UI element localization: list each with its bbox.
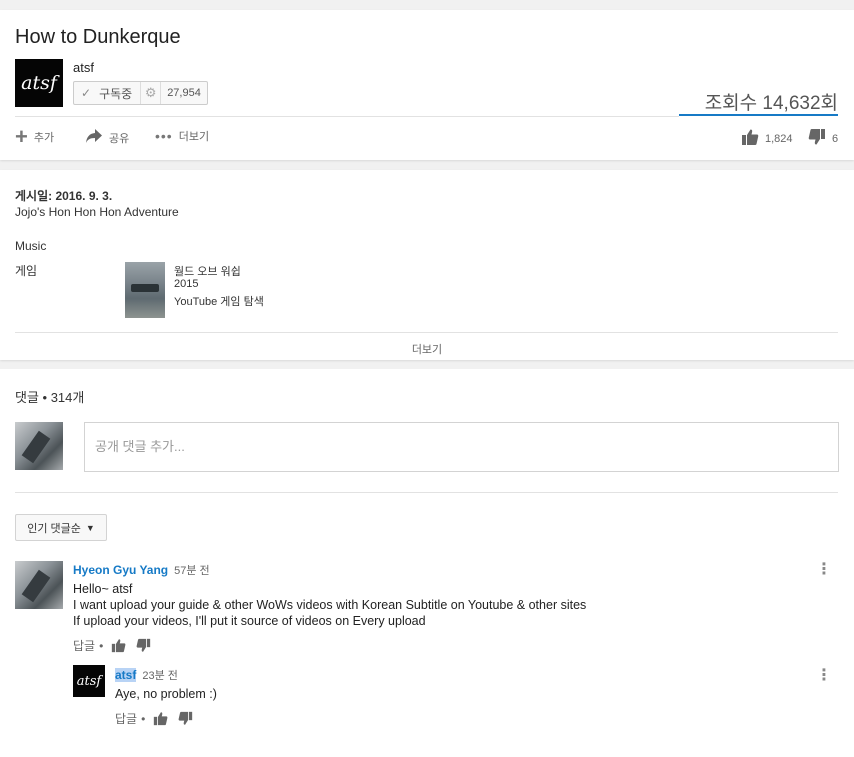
separator-dot: •	[99, 638, 104, 653]
comment-header: Hyeon Gyu Yang 57분 전	[73, 562, 210, 578]
video-info-card: How to Dunkerque atsf atsf ✓ 구독중 ⚙ 27,95…	[0, 10, 854, 160]
reply-author[interactable]: atsf	[115, 668, 137, 682]
comment-time[interactable]: 57분 전	[174, 562, 210, 578]
dislike-button[interactable]: 6	[808, 128, 838, 149]
sort-label: 인기 댓글순	[27, 522, 81, 535]
reply-avatar[interactable]: atsf	[73, 665, 105, 697]
show-more-button[interactable]: 더보기	[0, 341, 854, 357]
more-dots-icon: •••	[155, 128, 173, 144]
channel-avatar[interactable]: atsf	[15, 59, 63, 107]
comment-avatar[interactable]	[15, 561, 63, 609]
subscription-group: ✓ 구독중 ⚙ 27,954	[73, 81, 208, 105]
share-label: 공유	[109, 132, 130, 145]
reply-text: Aye, no problem :)	[115, 687, 217, 701]
like-button[interactable]: 1,824	[741, 128, 793, 149]
video-title: How to Dunkerque	[15, 26, 181, 48]
check-icon: ✓	[81, 86, 92, 100]
reply-actions: 답글 •	[115, 710, 203, 727]
game-label: 게임	[15, 264, 38, 278]
gear-icon[interactable]: ⚙	[141, 82, 162, 104]
separator-dot: •	[141, 711, 146, 726]
description-card: 게시일: 2016. 9. 3. Jojo's Hon Hon Hon Adve…	[0, 170, 854, 360]
add-label: 추가	[33, 132, 55, 144]
comment-text-line: I want upload your guide & other WoWs vi…	[73, 598, 587, 612]
thumbs-up-icon[interactable]	[111, 638, 126, 653]
game-thumbnail[interactable]	[125, 262, 165, 318]
reply-time[interactable]: 23분 전	[142, 667, 178, 683]
thumbs-down-icon[interactable]	[178, 711, 193, 726]
publish-date: 게시일: 2016. 9. 3.	[15, 189, 113, 203]
comment-input[interactable]: 공개 댓글 추가...	[84, 422, 839, 472]
comment-text-line: If upload your videos, I'll put it sourc…	[73, 614, 426, 628]
more-label: 더보기	[178, 131, 210, 143]
reply-button[interactable]: 답글	[73, 637, 95, 654]
category: Music	[15, 239, 47, 253]
game-name[interactable]: 월드 오브 워쉽	[174, 263, 241, 279]
caret-down-icon: ▼	[85, 522, 95, 533]
comments-header: 댓글 • 314개	[15, 390, 85, 405]
sort-comments-button[interactable]: 인기 댓글순 ▼	[15, 514, 107, 541]
more-button[interactable]: ••• 더보기	[155, 128, 209, 144]
dislike-count: 6	[832, 132, 839, 145]
view-count: 조회수 14,632회	[704, 93, 838, 114]
comment-author[interactable]: Hyeon Gyu Yang	[73, 563, 168, 577]
add-to-button[interactable]: + 추가	[15, 124, 55, 149]
comments-card: 댓글 • 314개 공개 댓글 추가... 인기 댓글순 ▼ Hyeon Gyu…	[0, 369, 854, 757]
user-avatar	[15, 422, 63, 470]
like-ratio-bar	[679, 114, 838, 116]
thumbs-down-icon[interactable]	[136, 638, 151, 653]
share-button[interactable]: 공유	[85, 128, 129, 147]
like-count: 1,824	[765, 132, 793, 145]
subscriber-count: 27,954	[167, 87, 201, 99]
thumbs-up-icon[interactable]	[153, 711, 168, 726]
divider	[15, 332, 838, 333]
subscribed-button[interactable]: ✓ 구독중	[74, 82, 142, 104]
comment-text-line: Hello~ atsf	[73, 582, 133, 596]
kebab-menu-icon[interactable]: ⋮	[816, 668, 832, 684]
thumbs-down-icon	[808, 128, 826, 149]
comment-actions: 답글 •	[73, 637, 161, 654]
game-year: 2015	[174, 278, 199, 290]
share-icon	[85, 128, 103, 147]
divider	[15, 492, 838, 493]
subscribed-label: 구독중	[99, 86, 133, 101]
game-explore-link[interactable]: YouTube 게임 탐색	[174, 293, 264, 309]
plus-icon: +	[15, 124, 28, 149]
divider	[15, 116, 679, 117]
reply-header: atsf 23분 전	[115, 667, 178, 683]
reply-button[interactable]: 답글	[115, 710, 137, 727]
kebab-menu-icon[interactable]: ⋮	[816, 562, 832, 578]
channel-name[interactable]: atsf	[73, 60, 94, 75]
thumbs-up-icon	[741, 128, 759, 149]
description-body: Jojo's Hon Hon Hon Adventure	[15, 205, 179, 219]
